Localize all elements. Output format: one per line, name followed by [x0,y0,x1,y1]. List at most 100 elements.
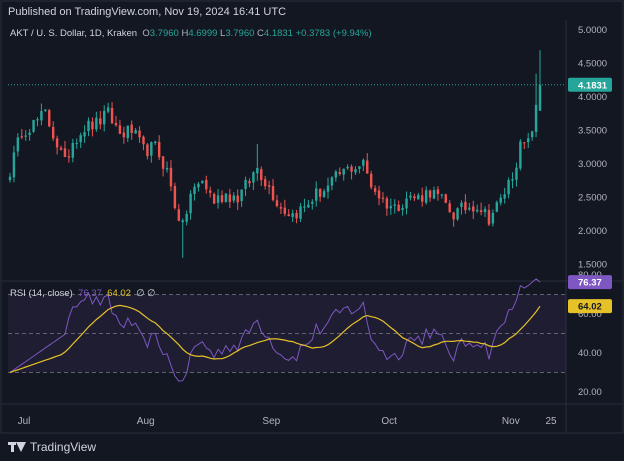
rsi-tick-label-2: 40.00 [578,348,602,359]
candle-body-94 [377,190,381,199]
candle-body-8 [40,111,43,121]
candle-body-107 [428,190,432,198]
candle-body-66 [267,185,271,187]
candle-body-5 [28,132,31,135]
candle-body-127 [507,180,510,195]
candle-body-102 [409,195,412,198]
candle-body-11 [51,127,55,139]
candle-body-7 [36,119,39,121]
published-text: Published on TradingView.com, Nov 19, 20… [8,6,287,18]
candle-body-37 [154,141,157,144]
candle-body-101 [405,198,408,209]
candle-body-115 [460,202,463,207]
candle-body-29 [122,132,126,138]
open-value: 3.7960 [149,28,179,39]
candle-body-99 [397,204,400,211]
high-value: 4.6999 [188,28,218,39]
candle-body-105 [421,195,424,202]
candle-body-132 [527,138,530,143]
candle-body-130 [519,141,522,169]
published-header: Published on TradingView.com, Nov 19, 20… [8,6,286,18]
candle-body-133 [530,131,534,138]
candle-body-32 [134,130,137,134]
candle-body-78 [315,188,318,201]
candle-body-134 [534,104,538,132]
price-tick-label-3: 3.5000 [578,126,607,137]
tradingview-logo-icon [8,441,26,453]
rsi-tick-label-3: 20.00 [578,387,602,398]
candle-body-82 [330,177,334,186]
time-tick-label-4: Nov [502,416,520,427]
tradingview-footer[interactable]: TradingView [8,440,96,454]
candle-body-63 [256,167,259,174]
candle-body-125 [499,197,502,203]
candle-body-70 [283,207,287,214]
candle-body-19 [83,132,86,137]
candle-body-84 [338,172,341,174]
candle-body-131 [523,142,526,144]
candle-body-27 [114,123,118,126]
candle-body-39 [161,156,165,169]
candle-body-25 [106,107,110,112]
candle-body-119 [475,209,479,212]
candle-body-21 [91,121,94,130]
candle-body-52 [212,194,216,204]
time-tick-label-1: Aug [137,416,155,427]
candle-body-95 [381,197,385,199]
low-value: 3.7960 [225,28,255,39]
candle-body-16 [71,142,75,158]
candle-body-113 [452,212,455,220]
candle-body-114 [456,208,459,220]
candle-body-81 [326,185,330,192]
candle-body-118 [472,206,475,212]
candle-body-54 [220,195,224,202]
candle-body-76 [307,204,310,208]
time-tick-label-5: 25 [545,416,557,427]
candle-body-48 [197,183,200,188]
candle-body-15 [67,156,71,158]
rsi-value: 76.37 [78,288,102,299]
candle-body-33 [138,130,141,138]
candle-body-60 [244,179,247,189]
candle-body-31 [130,124,133,134]
candle-body-89 [358,166,361,169]
candle-body-42 [173,185,177,209]
candle-body-44 [181,220,184,223]
candle-body-53 [216,195,220,203]
candle-body-85 [342,168,345,175]
rsi-legend: RSI (14, close) 76.37 64.02 ∅ ∅ [10,288,155,299]
candle-body-86 [346,166,349,169]
candle-body-64 [260,169,263,181]
candle-body-47 [193,186,196,195]
candle-body-124 [495,202,499,212]
candle-body-122 [487,210,491,225]
close-value: 4.1831 [263,28,293,39]
candle-body-103 [413,196,416,199]
candle-body-3 [20,136,23,138]
price-tick-label-6: 2.0000 [578,226,607,237]
brand-text: TradingView [30,440,97,454]
candle-body-90 [362,159,365,166]
candle-body-30 [126,125,129,139]
candle-body-87 [350,166,353,172]
candle-body-0 [8,176,12,181]
last-price-label: 4.1831 [578,80,608,91]
candle-body-12 [55,138,59,148]
candle-body-61 [248,181,251,184]
candle-body-73 [295,212,298,219]
candle-body-96 [385,198,389,209]
time-tick-label-3: Oct [381,416,397,427]
candle-body-4 [24,135,27,137]
candle-body-100 [401,208,404,211]
candle-body-22 [95,117,98,130]
candle-body-49 [201,180,204,184]
candle-body-135 [538,84,542,111]
price-chart[interactable]: 5.0000 4.5000 4.0000 3.5000 3.0000 2.5000 2.00… [0,0,624,461]
candle-body-88 [354,169,357,173]
candle-body-26 [110,107,114,124]
candle-body-77 [311,201,314,204]
candle-body-83 [334,171,338,178]
candle-body-104 [417,195,420,200]
candle-body-35 [146,144,149,157]
candle-body-98 [393,204,396,206]
